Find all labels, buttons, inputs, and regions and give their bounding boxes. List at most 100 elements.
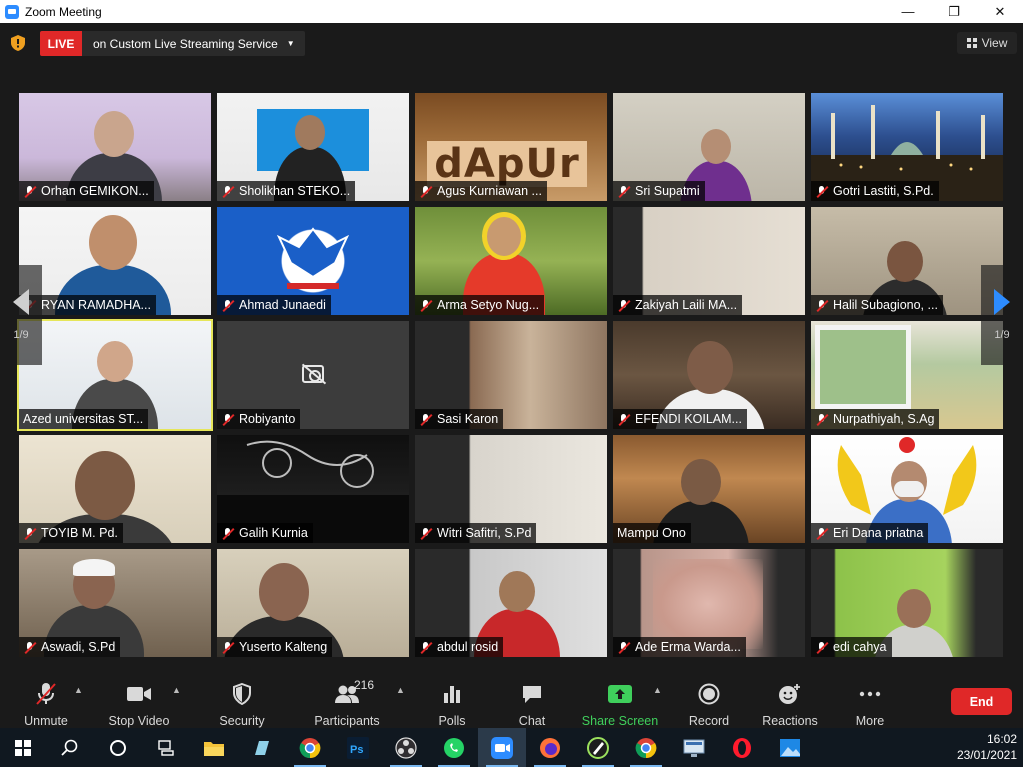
polls-button[interactable]: Polls (430, 671, 474, 728)
mic-muted-icon (815, 413, 829, 426)
participant-video-tile[interactable]: Ade Erma Warda... (613, 549, 805, 657)
participant-name-tag: abdul rosid (415, 637, 504, 657)
photos-icon[interactable] (766, 728, 814, 767)
audio-options-caret-icon[interactable]: ▲ (74, 685, 83, 695)
participants-options-caret-icon[interactable]: ▲ (396, 685, 405, 695)
video-options-caret-icon[interactable]: ▲ (172, 685, 181, 695)
participant-video-tile[interactable]: Halil Subagiono, ... (811, 207, 1003, 315)
participant-name: edi cahya (833, 640, 887, 654)
participant-video-tile[interactable]: Galih Kurnia (217, 435, 409, 543)
participant-video-tile[interactable]: Robiyanto (217, 321, 409, 429)
participant-video-tile[interactable]: Orhan GEMIKON... (19, 93, 211, 201)
minimize-button[interactable]: — (885, 0, 931, 23)
live-badge: LIVE (40, 31, 82, 56)
participant-name: EFENDI KOILAM... (635, 412, 742, 426)
zoom-icon[interactable] (478, 728, 526, 767)
participant-name-tag: Eri Dana priatna (811, 523, 929, 543)
security-button[interactable]: Security (218, 671, 266, 728)
participant-video-tile[interactable]: Azed universitas ST... (17, 319, 213, 431)
participants-button[interactable]: 216 Participants (314, 671, 380, 728)
participant-name-tag: Sri Supatmi (613, 181, 705, 201)
arrow-left-icon (13, 289, 29, 315)
participant-video-tile[interactable]: Gotri Lastiti, S.Pd. (811, 93, 1003, 201)
participant-video-tile[interactable]: RYAN RAMADHA... (19, 207, 211, 315)
page-indicator-left: 1/9 (13, 329, 29, 341)
participant-name-tag: TOYIB M. Pd. (19, 523, 123, 543)
obs-icon[interactable] (382, 728, 430, 767)
participant-video-tile[interactable]: TOYIB M. Pd. (19, 435, 211, 543)
participant-video-tile[interactable]: Arma Setyo Nug... (415, 207, 607, 315)
cortana-icon[interactable] (94, 728, 142, 767)
participant-name-tag: Sasi Karon (415, 409, 504, 429)
next-page-button[interactable]: 1/9 (981, 265, 1023, 365)
participant-video-tile[interactable]: Sasi Karon (415, 321, 607, 429)
participant-name: Azed universitas ST... (23, 412, 144, 426)
participant-name: Eri Dana priatna (833, 526, 924, 540)
participant-video-tile[interactable]: edi cahya (811, 549, 1003, 657)
participant-video-tile[interactable]: Mampu Ono (613, 435, 805, 543)
participant-video-tile[interactable]: Sri Supatmi (613, 93, 805, 201)
mic-muted-icon (221, 641, 235, 654)
chat-button[interactable]: Chat (510, 671, 554, 728)
task-view-icon[interactable] (142, 728, 190, 767)
start-icon[interactable] (0, 728, 46, 767)
participant-video-tile[interactable]: dApUr Agus Kurniawan ... (415, 93, 607, 201)
stop-video-button[interactable]: Stop Video (106, 671, 172, 728)
share-options-caret-icon[interactable]: ▲ (653, 685, 662, 695)
view-button[interactable]: View (957, 32, 1017, 54)
chrome-icon[interactable] (286, 728, 334, 767)
share-screen-button[interactable]: Share Screen (582, 671, 658, 728)
whatsapp-icon[interactable] (430, 728, 478, 767)
system-clock[interactable]: 16:02 23/01/2021 (957, 731, 1017, 763)
remote-desktop-icon[interactable] (670, 728, 718, 767)
participant-video-tile[interactable]: abdul rosid (415, 549, 607, 657)
end-meeting-button[interactable]: End (951, 688, 1012, 715)
maximize-button[interactable]: ❐ (931, 0, 977, 23)
file-explorer-icon[interactable] (190, 728, 238, 767)
search-icon[interactable] (46, 728, 94, 767)
blurred-video (653, 559, 763, 649)
live-stream-indicator[interactable]: LIVE on Custom Live Streaming Service ▼ (40, 31, 305, 56)
shield-icon[interactable] (11, 35, 25, 51)
live-service-label: on Custom Live Streaming Service (93, 36, 278, 51)
reactions-button[interactable]: Reactions (760, 671, 820, 728)
mic-muted-icon (221, 299, 235, 312)
participant-name-tag: Azed universitas ST... (19, 409, 149, 429)
participant-name: Witri Safitri, S.Pd (437, 526, 532, 540)
notes-icon[interactable] (238, 728, 286, 767)
mic-muted-icon (419, 641, 433, 654)
participant-name: Agus Kurniawan ... (437, 184, 542, 198)
window-frame (815, 325, 911, 409)
participant-name-tag: Robiyanto (217, 409, 301, 429)
more-dots-icon (859, 681, 881, 706)
opera-icon[interactable] (718, 728, 766, 767)
chrome-alt-icon[interactable] (622, 728, 670, 767)
firefox-icon[interactable] (526, 728, 574, 767)
participant-name: Orhan GEMIKON... (41, 184, 149, 198)
participant-video-tile[interactable]: Sholikhan STEKO... (217, 93, 409, 201)
participant-video-tile[interactable]: EFENDI KOILAM... (613, 321, 805, 429)
participant-video-tile[interactable]: Aswadi, S.Pd (19, 549, 211, 657)
participants-icon: 216 (334, 678, 374, 706)
participant-video-tile[interactable]: Eri Dana priatna (811, 435, 1003, 543)
mic-muted-icon (35, 681, 57, 706)
participant-video-tile[interactable]: Nurpathiyah, S.Ag (811, 321, 1003, 429)
more-button[interactable]: More (848, 671, 892, 728)
photoshop-icon[interactable]: Ps (334, 728, 382, 767)
mic-muted-icon (815, 185, 829, 198)
participant-video-tile[interactable]: Zakiyah Laili MA... (613, 207, 805, 315)
polls-icon (442, 681, 462, 706)
close-button[interactable]: ✕ (977, 0, 1023, 23)
pen-tool-icon[interactable] (574, 728, 622, 767)
participant-video-tile[interactable]: Witri Safitri, S.Pd (415, 435, 607, 543)
participant-name: Ade Erma Warda... (635, 640, 741, 654)
page-indicator-right: 1/9 (994, 329, 1010, 341)
previous-page-button[interactable]: 1/9 (0, 265, 42, 365)
live-service-dropdown[interactable]: on Custom Live Streaming Service ▼ (82, 31, 305, 56)
mic-muted-icon (221, 185, 235, 198)
record-button[interactable]: Record (686, 671, 732, 728)
participant-name: Mampu Ono (617, 526, 686, 540)
participant-video-tile[interactable]: Yuserto Kalteng (217, 549, 409, 657)
unmute-button[interactable]: Unmute (22, 671, 70, 728)
participant-video-tile[interactable]: Ahmad Junaedi (217, 207, 409, 315)
